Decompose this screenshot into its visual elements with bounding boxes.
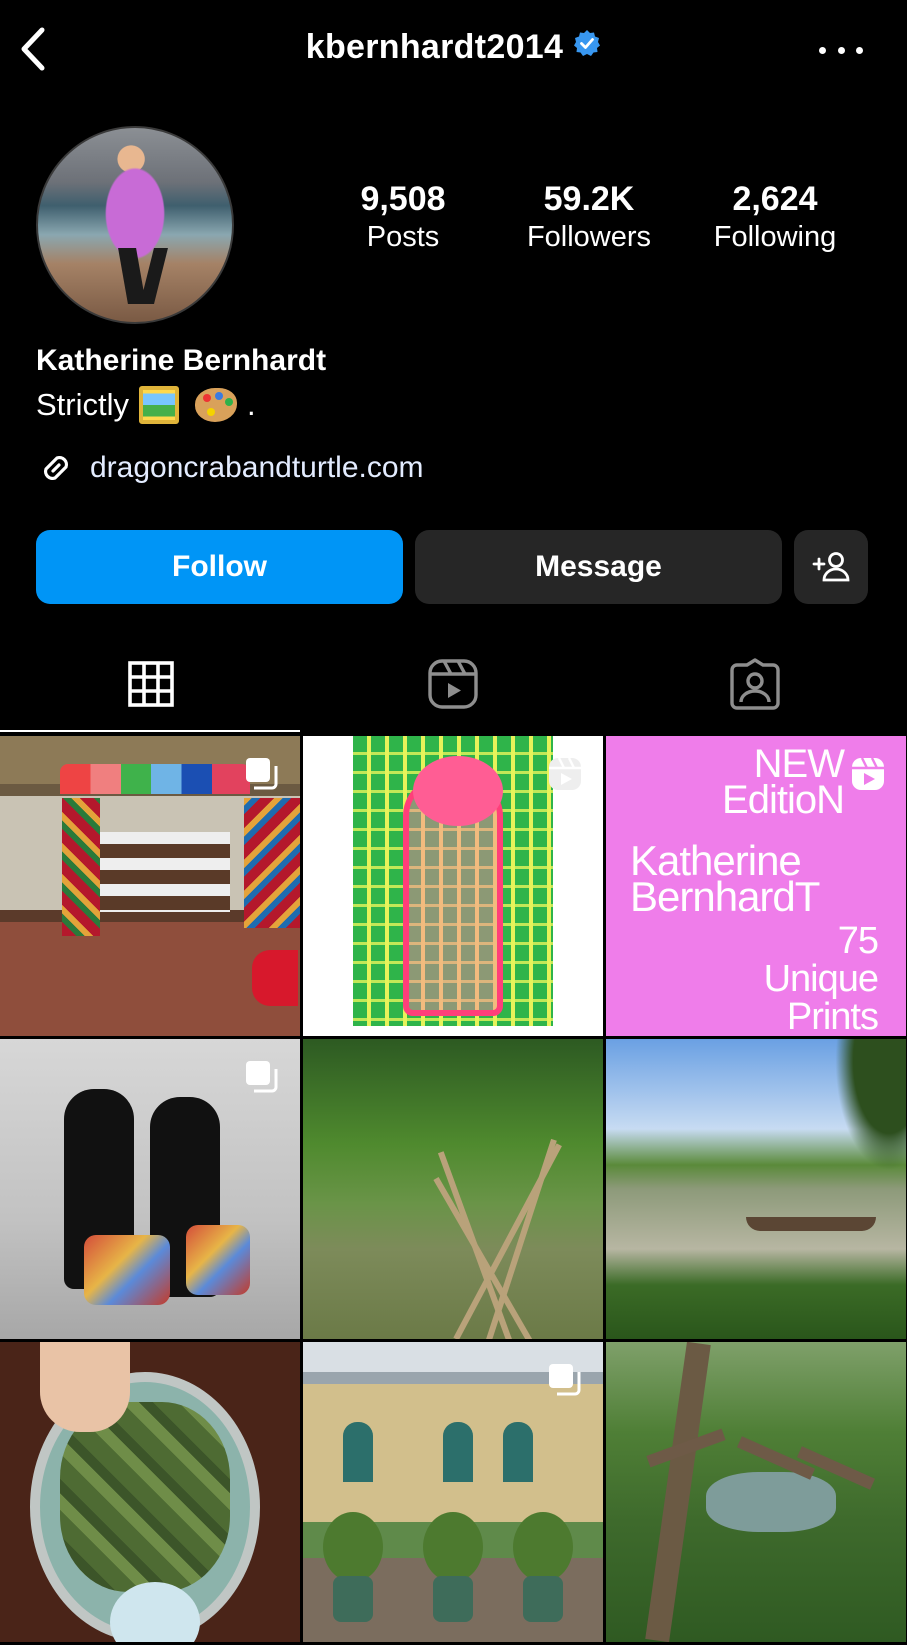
carousel-icon: [549, 1364, 581, 1396]
more-options-button[interactable]: [819, 38, 863, 62]
username: kbernhardt2014: [305, 28, 564, 66]
post-text: 75: [837, 920, 879, 962]
tab-grid[interactable]: [0, 636, 302, 732]
reels-icon: [428, 659, 478, 709]
post-thumbnail[interactable]: [0, 1039, 300, 1339]
post-image-detail: [100, 832, 230, 912]
profile-bio: Strictly .: [36, 386, 256, 424]
post-image-detail: [706, 1472, 836, 1532]
suggested-users-button[interactable]: [794, 530, 868, 604]
post-thumbnail[interactable]: [0, 1342, 300, 1642]
profile-tabs: [0, 636, 907, 732]
post-image-detail: [523, 1576, 563, 1622]
post-image-detail: [443, 1422, 473, 1482]
more-dot: [837, 46, 845, 54]
profile-link[interactable]: dragoncrabandturtle.com: [36, 448, 424, 488]
post-image-detail: [186, 1225, 250, 1295]
post-image-detail: [252, 950, 298, 1006]
profile-avatar[interactable]: [36, 126, 234, 324]
post-text: Prints: [786, 996, 879, 1036]
post-thumbnail[interactable]: [606, 1039, 906, 1339]
post-text: BernhardT: [630, 873, 820, 920]
post-image-detail: [513, 1512, 573, 1582]
post-text: Unique: [763, 958, 879, 1000]
post-thumbnail[interactable]: [606, 1342, 906, 1642]
profile-name: Katherine Bernhardt: [36, 344, 327, 377]
post-thumbnail[interactable]: [303, 1342, 603, 1642]
reels-badge-icon: [852, 757, 884, 790]
bio-suffix: .: [247, 387, 256, 422]
more-dot: [856, 46, 863, 54]
carousel-icon: [246, 1061, 278, 1093]
posts-count: 9,508: [360, 180, 446, 218]
posts-label: Posts: [366, 221, 440, 253]
post-thumbnail[interactable]: [303, 736, 603, 1036]
artist-palette-emoji: [195, 388, 237, 422]
post-image-detail: [423, 1512, 483, 1582]
post-image-detail: [40, 1342, 130, 1432]
post-text: EditioN: [722, 778, 845, 822]
post-image-detail: [60, 764, 250, 794]
link-text: dragoncrabandturtle.com: [90, 451, 424, 484]
more-horizontal-icon: [819, 46, 826, 54]
verified-badge-icon: [573, 27, 601, 66]
followers-count: 59.2K: [543, 180, 635, 218]
following-label: Following: [713, 221, 837, 253]
post-image-detail: [826, 1039, 906, 1189]
add-person-icon: [812, 552, 850, 582]
post-image-detail: [503, 1422, 533, 1482]
post-thumbnail[interactable]: NEW EditioN Katherine BernhardT 75 Uniqu…: [606, 736, 906, 1036]
post-image-detail: [746, 1217, 876, 1231]
post-thumbnail[interactable]: [0, 736, 300, 1036]
post-image-detail: [62, 798, 100, 936]
post-image-detail: [323, 1512, 383, 1582]
top-bar: kbernhardt2014: [0, 0, 907, 100]
post-image-detail: [84, 1235, 170, 1305]
message-button[interactable]: Message: [415, 530, 782, 604]
reels-badge-icon: [549, 757, 581, 790]
stat-followers[interactable]: 59.2K Followers: [509, 180, 669, 256]
post-image-detail: [413, 756, 503, 826]
avatar-figure: [139, 248, 168, 305]
following-count: 2,624: [732, 180, 818, 218]
grid-icon: [128, 661, 174, 707]
bio-text: Strictly: [36, 387, 129, 422]
follow-button[interactable]: Follow: [36, 530, 403, 604]
post-image-detail: [244, 798, 300, 928]
followers-label: Followers: [526, 221, 652, 253]
post-image-detail: [343, 1422, 373, 1482]
stat-following[interactable]: 2,624 Following: [695, 180, 855, 256]
framed-picture-emoji: [139, 386, 179, 424]
post-thumbnail[interactable]: [303, 1039, 603, 1339]
link-icon: [43, 455, 69, 481]
tab-reels[interactable]: [302, 636, 604, 732]
carousel-icon: [246, 758, 278, 790]
tagged-user-icon: [730, 658, 780, 710]
active-tab-indicator: [0, 730, 300, 732]
post-image-detail: [433, 1576, 473, 1622]
tab-tagged[interactable]: [604, 636, 906, 732]
stat-posts[interactable]: 9,508 Posts: [323, 180, 483, 256]
page-title: kbernhardt2014: [0, 28, 907, 69]
post-image-detail: [333, 1576, 373, 1622]
post-image-detail: [645, 1342, 711, 1642]
